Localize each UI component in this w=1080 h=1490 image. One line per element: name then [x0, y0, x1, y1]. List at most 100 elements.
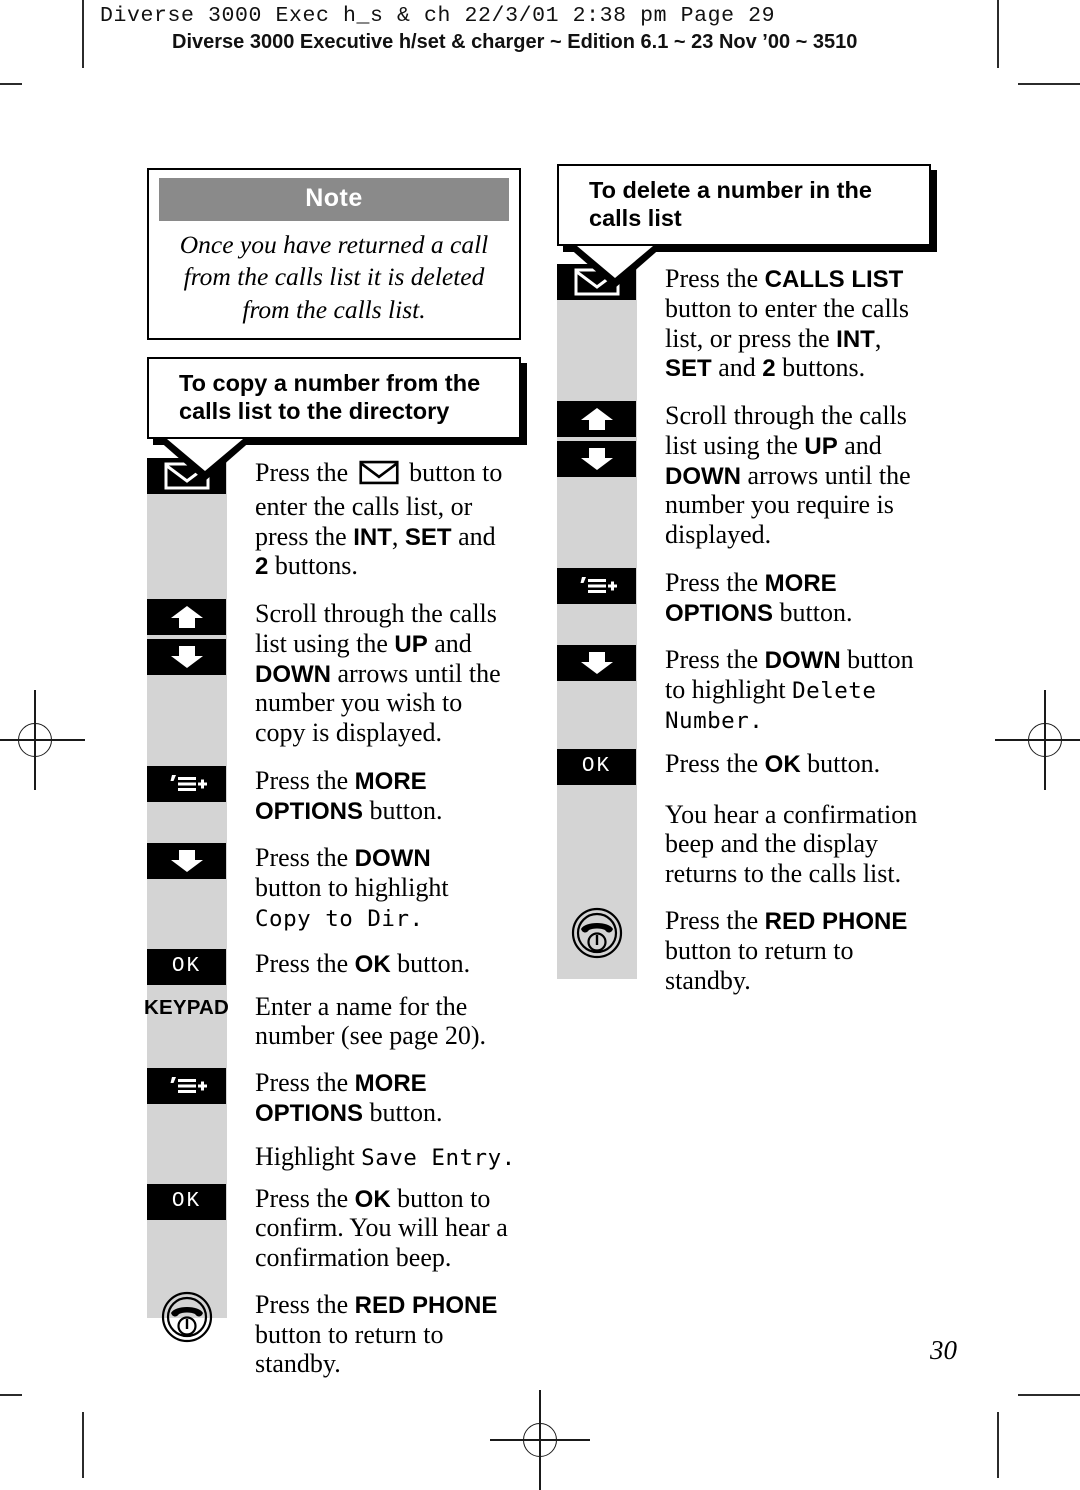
text-fragment: button to return to [665, 935, 854, 965]
up-arrow-key-icon[interactable] [147, 599, 226, 636]
step-text: Press the CALLS LIST button to enter the… [665, 264, 910, 383]
crop-mark-top-left-vertical [82, 0, 84, 68]
document-edition-line: Diverse 3000 Executive h/set & charger ~… [172, 31, 858, 53]
step-icon-cell [147, 1290, 227, 1344]
red-phone-key-icon[interactable] [557, 906, 636, 960]
text-fragment: list using the [255, 628, 395, 658]
lcd-display-text: Number. [665, 707, 764, 734]
text-fragment: confirmation beep. [255, 1243, 452, 1273]
text-fragment-bold: UP [394, 630, 428, 658]
text-fragment-bold: DOWN [354, 845, 431, 873]
callout-tail-icon [157, 439, 253, 482]
text-fragment: and [451, 521, 496, 551]
down-arrow-key-icon[interactable] [557, 441, 636, 478]
text-fragment: beep and the display [665, 829, 878, 859]
text-fragment-bold: OPTIONS [255, 1100, 364, 1128]
crop-mark-bottom-right-horizontal [1018, 1394, 1080, 1396]
text-fragment: to highlight [665, 675, 793, 705]
down-arrow-key-icon[interactable] [147, 639, 226, 676]
more-options-key-icon[interactable] [557, 567, 636, 604]
section-heading-label: To copy a number from the calls list to … [179, 370, 481, 425]
lcd-display-text: Save Entry. [361, 1144, 516, 1171]
step-text: Press the MORE OPTIONS button. [227, 1068, 535, 1128]
text-fragment: buttons. [775, 353, 866, 383]
callout-box: To delete a number in the calls list [557, 164, 931, 247]
step-icon-cell: OK [557, 748, 637, 785]
text-fragment: arrows until the [740, 460, 911, 490]
step-row: OK Press the OK button. [557, 748, 945, 785]
text-fragment: press the [255, 521, 354, 551]
page-number: 30 [930, 1335, 957, 1365]
text-fragment: Enter a name for the [255, 991, 468, 1021]
text-fragment: and [427, 628, 472, 658]
step-row: Press the MORE OPTIONS button. [557, 567, 945, 628]
text-fragment: Press the [255, 458, 355, 487]
step-row: Press the DOWN button to highlight Copy … [147, 843, 535, 932]
text-fragment-bold: INT [353, 523, 392, 551]
keypad-key-label: KEYPAD [143, 995, 230, 1019]
step-icon-cell [147, 765, 227, 802]
step-icon-cell [147, 1068, 227, 1105]
text-fragment: Press the [665, 906, 765, 936]
ok-key-icon[interactable]: OK [557, 748, 636, 785]
text-fragment: Press the [255, 765, 355, 795]
more-options-key-icon[interactable] [147, 1068, 226, 1105]
step-row: Scroll through the calls list using the … [557, 401, 945, 550]
section-heading-copy-number: To copy a number from the calls list to … [147, 357, 527, 482]
steps-list-left: Press the button to enter the calls list… [143, 458, 535, 1379]
step-icon-cell: KEYPAD [143, 992, 230, 1024]
keypad-key-icon[interactable]: KEYPAD [143, 992, 230, 1024]
text-fragment: button. [363, 1098, 443, 1128]
section-heading-delete-number: To delete a number in the calls list [557, 164, 937, 289]
text-fragment: Scroll through the calls [665, 401, 907, 431]
text-fragment: Highlight [255, 1141, 362, 1171]
step-row: Press the MORE OPTIONS button. [147, 1068, 535, 1128]
step-icon-cell [557, 567, 637, 604]
text-fragment: button [840, 645, 914, 675]
text-fragment: button. [363, 795, 443, 825]
text-fragment-bold: OPTIONS [255, 797, 364, 825]
down-arrow-key-icon[interactable] [557, 645, 636, 682]
text-fragment: number you wish to [255, 688, 463, 718]
text-fragment: enter the calls list, or [255, 491, 473, 521]
down-arrow-key-icon[interactable] [147, 843, 226, 880]
crop-mark-top-right-horizontal [1018, 83, 1080, 85]
text-fragment: Press the [665, 567, 765, 597]
lcd-display-text: Copy to Dir. [255, 905, 424, 932]
text-fragment: button to highlight [255, 873, 449, 903]
red-phone-key-icon[interactable] [147, 1290, 226, 1344]
text-fragment: button to return to [255, 1319, 444, 1349]
text-fragment-bold: DOWN [764, 647, 841, 675]
section-heading-label: To delete a number in the calls list [589, 177, 872, 232]
ok-key-icon[interactable]: OK [147, 948, 226, 985]
registration-mark-right [995, 690, 1080, 790]
text-fragment: displayed. [665, 520, 772, 550]
step-text: Press the MORE OPTIONS button. [227, 766, 535, 826]
text-fragment-bold: OK [354, 950, 391, 978]
step-icon-cell [557, 906, 637, 960]
ok-key-label: OK [581, 755, 612, 779]
crop-mark-top-right-vertical [997, 0, 999, 68]
crop-mark-top-left-horizontal [0, 83, 22, 85]
up-arrow-key-icon[interactable] [557, 401, 636, 438]
text-fragment: list using the [665, 430, 805, 460]
text-fragment-bold: UP [804, 432, 838, 460]
text-fragment: and [837, 430, 882, 460]
text-fragment: number you require is [665, 490, 894, 520]
text-fragment: Press the [665, 264, 765, 293]
text-fragment-bold: INT [836, 325, 875, 353]
text-fragment: button to enter the calls [665, 293, 910, 323]
lcd-display-text: Delete [792, 678, 877, 705]
text-fragment-bold: OPTIONS [665, 599, 774, 627]
text-fragment: buttons. [268, 551, 358, 581]
text-fragment: and [711, 353, 756, 383]
step-icon-cell: OK [147, 1183, 227, 1220]
text-fragment-bold: OK [354, 1185, 391, 1213]
more-options-key-icon[interactable] [147, 765, 226, 802]
steps-list-right: Press the CALLS LIST button to enter the… [557, 264, 945, 995]
text-fragment: Press the [255, 1183, 355, 1213]
text-fragment-bold: CALLS LIST [764, 266, 904, 293]
step-text: Press the DOWN button to highlight Copy … [227, 843, 535, 932]
text-fragment-bold: RED PHONE [354, 1291, 498, 1319]
ok-key-icon[interactable]: OK [147, 1183, 226, 1220]
